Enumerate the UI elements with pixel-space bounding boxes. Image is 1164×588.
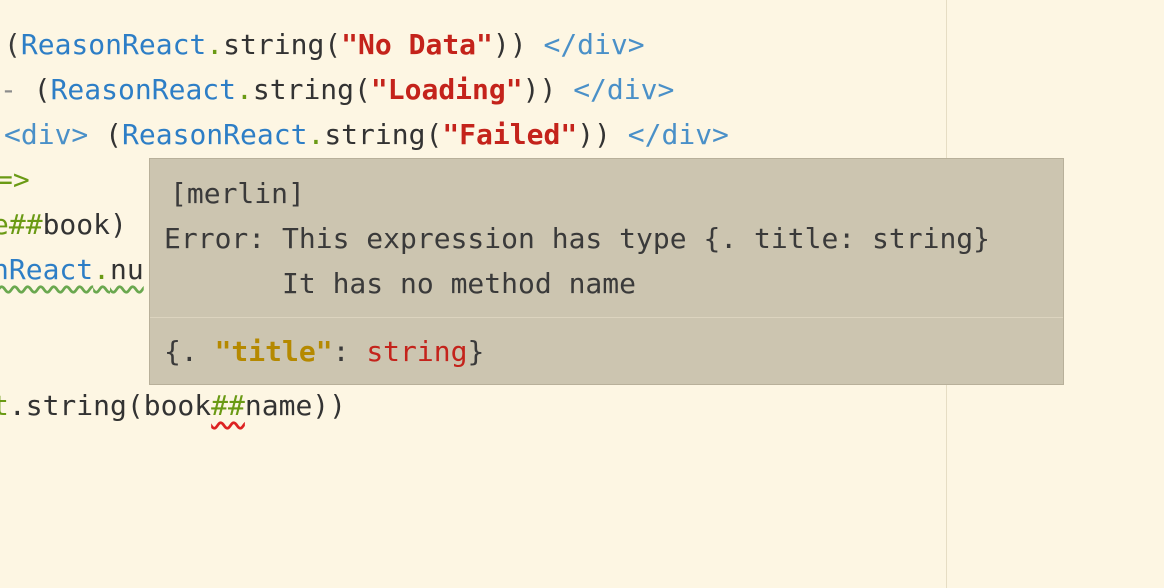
code-token: <div>: [4, 118, 89, 151]
code-token: .string(: [8, 389, 144, 422]
code-token: e##: [0, 208, 43, 241]
code-line: <div> (ReasonReact.string("Failed")) </d…: [4, 117, 729, 153]
code-token: "Failed": [442, 118, 578, 151]
tooltip-message-section: [merlin] Error: This expression has type…: [150, 159, 1063, 317]
code-token: .: [307, 118, 325, 151]
error-tooltip: [merlin] Error: This expression has type…: [149, 158, 1064, 385]
code-line: =>: [0, 162, 30, 198]
code-line: e##book): [0, 207, 127, 243]
code-token: ReasonReact: [50, 73, 237, 106]
error-token[interactable]: ##: [211, 389, 245, 422]
code-token: </div>: [543, 28, 645, 61]
code-token: .: [236, 73, 253, 106]
code-line: (ReasonReact.string("No Data")) </div>: [4, 27, 645, 63]
type-token: }: [467, 335, 485, 368]
tooltip-source: [merlin]: [170, 177, 305, 210]
code-token: )): [492, 28, 544, 61]
type-token: {.: [164, 335, 215, 368]
code-token: ReasonReact: [122, 118, 308, 151]
code-token: .: [206, 28, 224, 61]
tooltip-error-detail: It has no method name: [164, 267, 637, 300]
code-token: </div>: [573, 73, 675, 106]
code-line: - (ReasonReact.string("Loading")) </div>: [0, 72, 674, 108]
code-token: </div>: [627, 118, 729, 151]
code-token: string(: [223, 28, 342, 61]
type-token: :: [332, 335, 367, 368]
code-token: t: [0, 389, 9, 422]
tooltip-divider: [150, 317, 1063, 318]
code-token: ReasonReact: [20, 28, 207, 61]
code-token: (: [4, 28, 21, 61]
code-token: nu: [110, 253, 144, 286]
code-token: (: [33, 73, 51, 106]
code-token: )): [577, 118, 628, 151]
tooltip-type-signature: {. "title": string}: [164, 334, 484, 370]
type-field: "title": [214, 335, 333, 368]
code-line: t.string(book##name)): [0, 388, 346, 424]
code-token: string(: [252, 73, 371, 106]
code-token: book): [42, 208, 127, 241]
code-token: =>: [0, 163, 30, 196]
code-token: (: [88, 118, 123, 151]
code-token: -: [0, 73, 34, 106]
code-line: nReact.nu: [0, 252, 144, 288]
code-token: book: [143, 389, 212, 422]
tooltip-error-line: Error: This expression has type {. title…: [164, 222, 991, 255]
code-token: nReact: [0, 253, 94, 286]
code-token: )): [522, 73, 574, 106]
code-token: name)): [244, 389, 347, 422]
code-token: "Loading": [370, 73, 523, 106]
code-token: .: [93, 253, 111, 286]
type-value: string: [366, 335, 468, 368]
code-token: string(: [324, 118, 443, 151]
code-token: "No Data": [341, 28, 493, 61]
